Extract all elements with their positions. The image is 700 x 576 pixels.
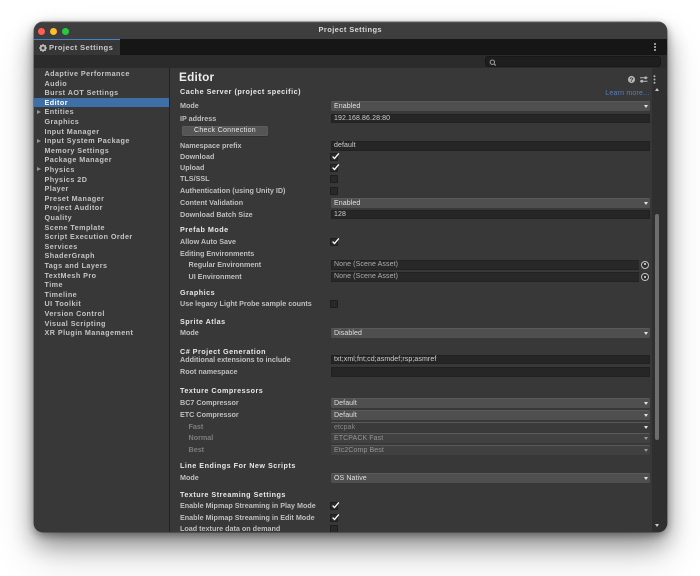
svg-text:?: ?	[630, 78, 634, 84]
